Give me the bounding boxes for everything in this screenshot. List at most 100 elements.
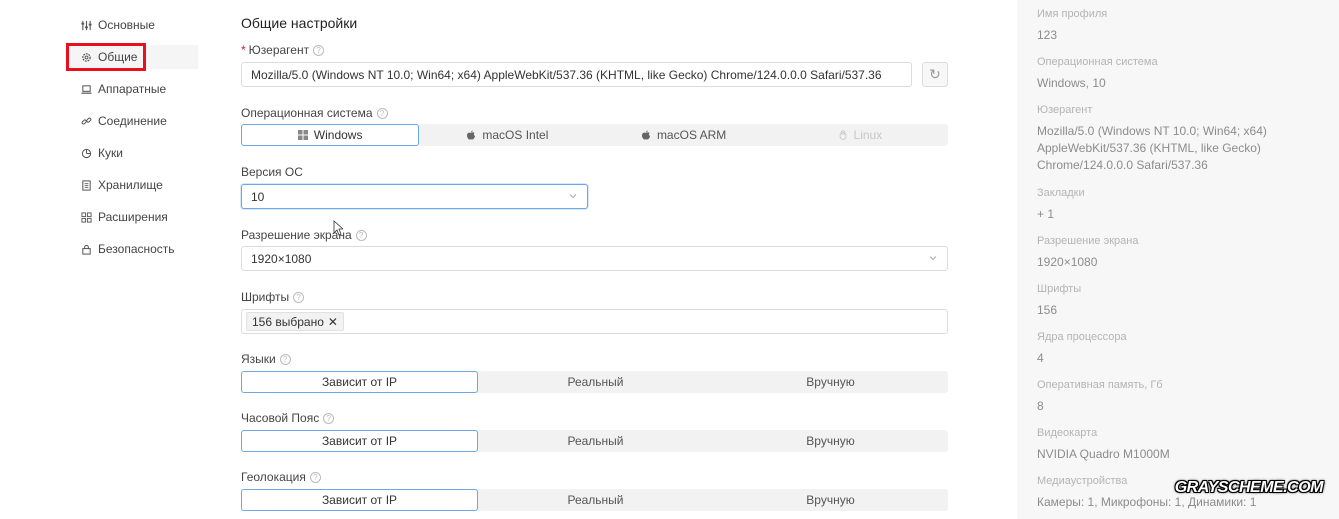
help-icon[interactable]: ?: [293, 291, 305, 303]
summary-value: 123: [1037, 28, 1058, 42]
resolution-value: 1920×1080: [251, 251, 312, 266]
summary-label: Закладки: [1037, 187, 1085, 199]
summary-value: Windows, 10: [1037, 76, 1106, 90]
sidebar-item-label: Основные: [98, 18, 155, 32]
summary-label: Оперативная память, Гб: [1037, 379, 1163, 391]
grid-icon: [80, 211, 92, 223]
timezone-option-real[interactable]: Реальный: [478, 430, 713, 452]
apple-icon: [466, 130, 476, 140]
fonts-label: Шрифты ?: [241, 290, 305, 304]
os-option-windows[interactable]: Windows: [241, 124, 420, 146]
profile-summary-panel: Имя профиля 123 Операционная система Win…: [1017, 0, 1339, 519]
os-option-macos-intel[interactable]: macOS Intel: [419, 124, 595, 146]
os-option-label: macOS ARM: [656, 128, 727, 142]
summary-label: Ядра процессора: [1037, 331, 1127, 343]
help-icon[interactable]: ?: [355, 229, 367, 241]
summary-label: Операционная система: [1037, 56, 1158, 68]
sidebar-item-label: Куки: [98, 146, 123, 160]
page-title: Общие настройки: [241, 15, 358, 31]
required-mark: *: [241, 43, 246, 57]
fonts-tag: 156 выбрано ✕: [246, 312, 344, 331]
languages-option-manual[interactable]: Вручную: [713, 371, 948, 393]
timezone-label-text: Часовой Пояс: [241, 411, 320, 425]
timezone-label: Часовой Пояс ?: [241, 411, 335, 425]
help-icon[interactable]: ?: [309, 471, 321, 483]
os-version-value: 10: [251, 189, 265, 204]
summary-label: Имя профиля: [1037, 8, 1108, 20]
linux-icon: [838, 130, 848, 140]
pie-icon: [80, 147, 92, 159]
lock-icon: [80, 243, 92, 255]
apple-icon: [641, 130, 651, 140]
useragent-input[interactable]: Mozilla/5.0 (Windows NT 10.0; Win64; x64…: [241, 62, 912, 87]
refresh-useragent-button[interactable]: ↻: [922, 62, 948, 87]
languages-option-ip[interactable]: Зависит от IP: [241, 371, 478, 393]
laptop-icon: [80, 83, 92, 95]
useragent-label: * Юзерагент ?: [241, 43, 325, 57]
mouse-cursor-icon: [333, 220, 343, 236]
summary-value: 1920×1080: [1037, 255, 1098, 269]
timezone-option-manual[interactable]: Вручную: [713, 430, 948, 452]
link-icon: [80, 115, 92, 127]
highlight-box: [66, 43, 146, 71]
os-version-label-text: Версия ОС: [241, 165, 303, 179]
storage-icon: [80, 179, 92, 191]
summary-value: 156: [1037, 303, 1058, 317]
geolocation-option-real[interactable]: Реальный: [478, 489, 713, 511]
os-selector: Windows macOS Intel macOS ARM Linux: [241, 124, 948, 146]
geolocation-option-ip[interactable]: Зависит от IP: [241, 489, 478, 511]
summary-label: Разрешение экрана: [1037, 235, 1139, 247]
sidebar-item-label: Хранилище: [98, 178, 163, 192]
fonts-label-text: Шрифты: [241, 290, 290, 304]
close-icon[interactable]: ✕: [328, 315, 338, 329]
refresh-icon: ↻: [929, 66, 941, 82]
languages-selector: Зависит от IP Реальный Вручную: [241, 371, 948, 393]
geolocation-label: Геолокация ?: [241, 470, 321, 484]
summary-value: + 1: [1037, 207, 1055, 221]
sidebar-item-connection[interactable]: Соединение: [68, 109, 198, 133]
timezone-option-ip[interactable]: Зависит от IP: [241, 430, 478, 452]
useragent-label-text: Юзерагент: [248, 43, 310, 57]
sidebar-item-basic[interactable]: Основные: [68, 13, 198, 37]
os-option-macos-arm[interactable]: macOS ARM: [596, 124, 772, 146]
fonts-multiselect[interactable]: 156 выбрано ✕: [241, 309, 948, 334]
sidebar-item-hardware[interactable]: Аппаратные: [68, 77, 198, 101]
languages-option-real[interactable]: Реальный: [478, 371, 713, 393]
sidebar-item-extensions[interactable]: Расширения: [68, 205, 198, 229]
os-label-text: Операционная система: [241, 106, 373, 120]
sidebar-item-label: Соединение: [98, 114, 167, 128]
sidebar-item-cookies[interactable]: Куки: [68, 141, 198, 165]
summary-label: Шрифты: [1037, 283, 1082, 295]
sidebar: Основные Общие Аппаратные Соединение Кук…: [0, 0, 205, 519]
sidebar-item-security[interactable]: Безопасность: [68, 237, 198, 261]
chevron-down-icon: [569, 194, 577, 199]
summary-value: 4: [1037, 351, 1044, 365]
sidebar-item-label: Расширения: [98, 210, 168, 224]
sidebar-item-label: Аппаратные: [98, 82, 167, 96]
sidebar-item-label: Безопасность: [98, 242, 175, 256]
languages-label-text: Языки: [241, 352, 276, 366]
windows-icon: [297, 130, 308, 140]
summary-label: Медиаустройства: [1037, 475, 1128, 487]
help-icon[interactable]: ?: [313, 44, 325, 56]
os-option-linux[interactable]: Linux: [772, 124, 948, 146]
os-option-label: Linux: [853, 128, 883, 142]
os-version-label: Версия ОС: [241, 165, 303, 179]
summary-label: Видеокарта: [1037, 427, 1098, 439]
help-icon[interactable]: ?: [376, 107, 388, 119]
os-version-select[interactable]: 10: [241, 184, 588, 209]
help-icon[interactable]: ?: [279, 353, 291, 365]
os-option-label: Windows: [313, 128, 363, 142]
summary-value: 8: [1037, 399, 1044, 413]
os-option-label: macOS Intel: [482, 128, 549, 142]
geolocation-option-manual[interactable]: Вручную: [713, 489, 948, 511]
summary-value: NVIDIA Quadro M1000M: [1037, 447, 1170, 461]
watermark: GRAYSCHEME.COM: [1174, 479, 1324, 496]
sliders-icon: [80, 19, 92, 31]
geolocation-label-text: Геолокация: [241, 470, 306, 484]
sidebar-item-storage[interactable]: Хранилище: [68, 173, 198, 197]
resolution-label: Разрешение экрана ?: [241, 228, 367, 242]
geolocation-selector: Зависит от IP Реальный Вручную: [241, 489, 948, 511]
resolution-select[interactable]: 1920×1080: [241, 246, 948, 271]
help-icon[interactable]: ?: [323, 412, 335, 424]
